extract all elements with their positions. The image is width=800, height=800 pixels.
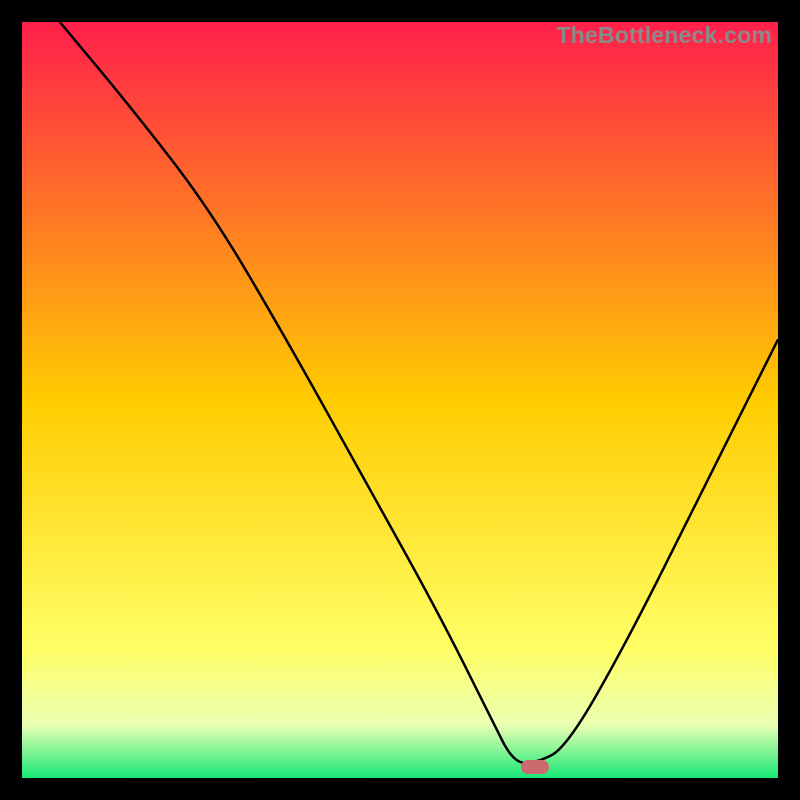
watermark-label: TheBottleneck.com	[556, 22, 772, 49]
chart-plot	[22, 22, 778, 778]
chart-frame: TheBottleneck.com	[22, 22, 778, 778]
gradient-background	[22, 22, 778, 778]
optimal-marker	[521, 760, 549, 774]
